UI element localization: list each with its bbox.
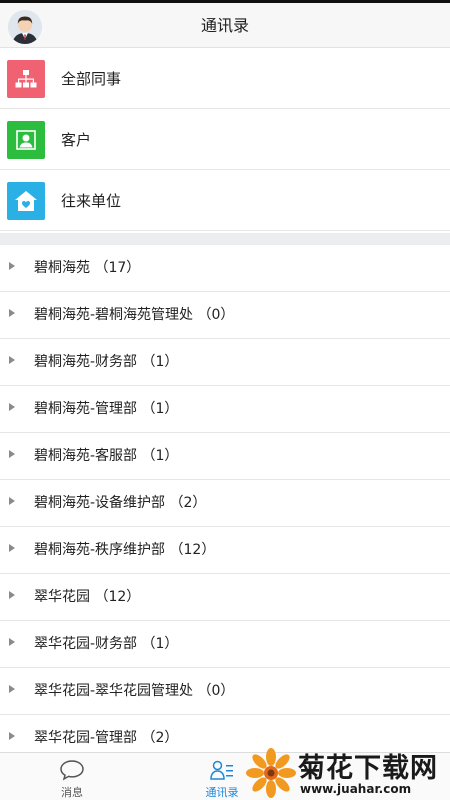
list-item[interactable]: 碧桐海苑-秩序维护部 （12） — [0, 527, 450, 574]
expand-arrow-icon — [9, 544, 15, 552]
page-title: 通讯录 — [200, 16, 249, 35]
quick-link-customers[interactable]: 客户 — [0, 110, 450, 170]
expand-arrow-icon — [9, 262, 15, 270]
list-item-label: 翠华花园-财务部 （1） — [34, 636, 179, 652]
expand-arrow-icon — [9, 732, 15, 740]
list-item[interactable]: 翠华花园-翠华花园管理处 （0） — [0, 668, 450, 715]
tab-label: 消息 — [61, 786, 83, 799]
list-item-label: 碧桐海苑-设备维护部 （2） — [34, 495, 207, 511]
watermark-url: www.juahar.com — [300, 782, 412, 796]
list-item[interactable]: 碧桐海苑-碧桐海苑管理处 （0） — [0, 292, 450, 339]
quick-link-partners[interactable]: 往来单位 — [0, 171, 450, 231]
expand-arrow-icon — [9, 685, 15, 693]
watermark-logo: 菊花下载网 www.juahar.com — [244, 746, 450, 800]
expand-arrow-icon — [9, 309, 15, 317]
list-item[interactable]: 碧桐海苑-设备维护部 （2） — [0, 480, 450, 527]
list-item[interactable]: 翠华花园 （12） — [0, 574, 450, 621]
chat-bubble-icon — [59, 759, 85, 785]
flower-icon — [246, 748, 296, 800]
app-header: 通讯录 — [0, 3, 450, 48]
list-item[interactable]: 碧桐海苑-管理部 （1） — [0, 386, 450, 433]
tab-messages[interactable]: 消息 — [2, 753, 142, 800]
expand-arrow-icon — [9, 591, 15, 599]
house-heart-icon — [7, 182, 45, 220]
list-item[interactable]: 翠华花园-财务部 （1） — [0, 621, 450, 668]
expand-arrow-icon — [9, 497, 15, 505]
list-item-label: 碧桐海苑-管理部 （1） — [34, 401, 179, 417]
person-icon — [7, 121, 45, 159]
list-item-label: 碧桐海苑 （17） — [34, 260, 141, 276]
quick-link-label: 全部同事 — [61, 70, 122, 88]
contacts-icon — [209, 759, 235, 785]
list-item[interactable]: 碧桐海苑 （17） — [0, 245, 450, 292]
list-item[interactable]: 碧桐海苑-客服部 （1） — [0, 433, 450, 480]
section-divider — [0, 233, 450, 245]
list-item-label: 碧桐海苑-财务部 （1） — [34, 354, 179, 370]
expand-arrow-icon — [9, 450, 15, 458]
list-item-label: 碧桐海苑-客服部 （1） — [34, 448, 179, 464]
list-item-label: 翠华花园 （12） — [34, 589, 141, 605]
watermark-title: 菊花下载网 — [298, 753, 438, 784]
org-chart-icon — [7, 60, 45, 98]
expand-arrow-icon — [9, 403, 15, 411]
quick-link-all-colleagues[interactable]: 全部同事 — [0, 49, 450, 109]
expand-arrow-icon — [9, 356, 15, 364]
list-item[interactable]: 碧桐海苑-财务部 （1） — [0, 339, 450, 386]
quick-link-label: 客户 — [61, 131, 92, 149]
list-item-label: 碧桐海苑-秩序维护部 （12） — [34, 542, 216, 558]
list-item-label: 碧桐海苑-碧桐海苑管理处 （0） — [34, 307, 235, 323]
quick-link-label: 往来单位 — [61, 192, 122, 210]
expand-arrow-icon — [9, 638, 15, 646]
list-item-label: 翠华花园-翠华花园管理处 （0） — [34, 683, 235, 699]
